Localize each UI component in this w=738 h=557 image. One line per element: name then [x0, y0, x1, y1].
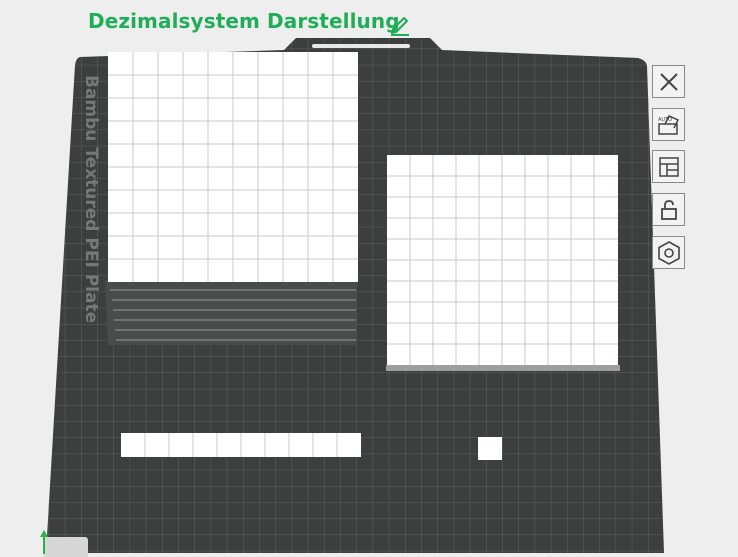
arrange-button[interactable] — [652, 150, 685, 183]
build-plate[interactable]: Bambu Textured PEI Plate — [0, 0, 738, 553]
hexagon-gear-icon — [657, 240, 680, 265]
plate-settings-button[interactable] — [652, 236, 685, 269]
lock-icon — [660, 199, 677, 220]
auto-orient-icon: AUTO — [658, 114, 679, 135]
y-axis-indicator — [43, 534, 45, 554]
view-tab[interactable] — [44, 537, 88, 557]
close-button[interactable] — [652, 65, 685, 98]
lock-button[interactable] — [652, 193, 685, 226]
svg-text:AUTO: AUTO — [658, 117, 672, 123]
one-unit[interactable] — [478, 437, 502, 460]
hundred-flat[interactable] — [386, 155, 620, 371]
thousand-cube[interactable] — [105, 52, 358, 345]
close-icon — [659, 72, 678, 91]
y-axis-arrow-icon — [40, 530, 48, 537]
plate-label: Bambu Textured PEI Plate — [81, 75, 101, 323]
ten-rod[interactable] — [121, 433, 361, 457]
layout-icon — [658, 156, 679, 177]
auto-orient-button[interactable]: AUTO — [652, 108, 685, 141]
